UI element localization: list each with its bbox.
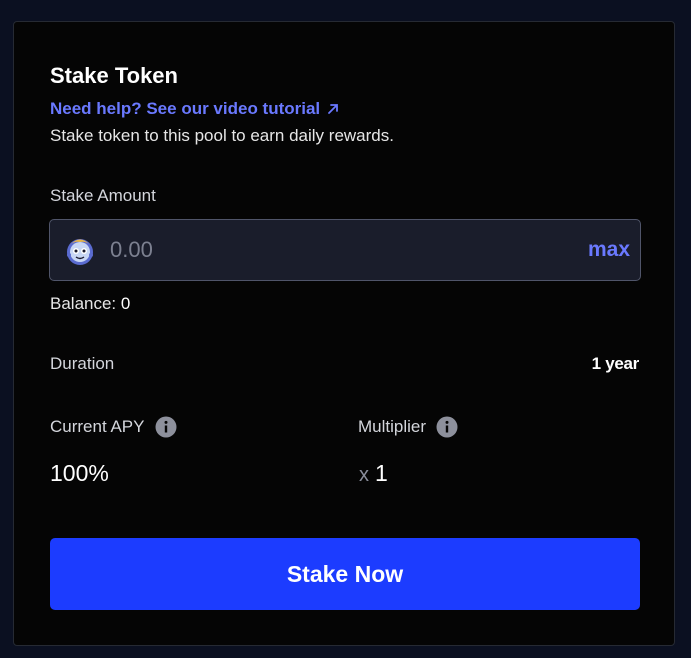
multiplier-value-row: x1: [359, 458, 388, 490]
card-subtitle: Stake token to this pool to earn daily r…: [50, 126, 394, 145]
apy-value: 100%: [50, 460, 109, 486]
multiplier-info-icon[interactable]: [436, 416, 458, 438]
balance-label: Balance:: [50, 294, 117, 313]
external-link-arrow-icon: [328, 104, 339, 114]
multiplier-value: 1: [375, 460, 388, 486]
stake-now-button[interactable]: Stake Now: [50, 538, 640, 610]
multiplier-label-row: Multiplier: [358, 416, 458, 438]
video-tutorial-link-label: Need help? See our video tutorial: [50, 99, 321, 118]
duration-value: 1 year: [591, 354, 640, 373]
apy-label: Current APY: [50, 417, 145, 436]
duration-label: Duration: [50, 354, 115, 373]
stake-amount-field: max: [49, 219, 641, 281]
token-avatar-icon: [67, 239, 93, 265]
balance-value: 0: [120, 294, 131, 313]
apy-info-icon[interactable]: [155, 416, 177, 438]
stake-amount-label: Stake Amount: [50, 186, 156, 205]
multiplier-label: Multiplier: [358, 417, 427, 436]
balance-row: Balance: 0: [50, 293, 130, 315]
multiplier-prefix: x: [359, 464, 369, 486]
video-tutorial-link[interactable]: Need help? See our video tutorial: [50, 98, 340, 120]
stake-amount-input[interactable]: [110, 234, 550, 266]
apy-label-row: Current APY: [50, 416, 177, 438]
max-button[interactable]: max: [588, 236, 630, 264]
card-title: Stake Token: [50, 63, 178, 88]
stake-card: Stake Token Need help? See our video tut…: [13, 21, 675, 646]
